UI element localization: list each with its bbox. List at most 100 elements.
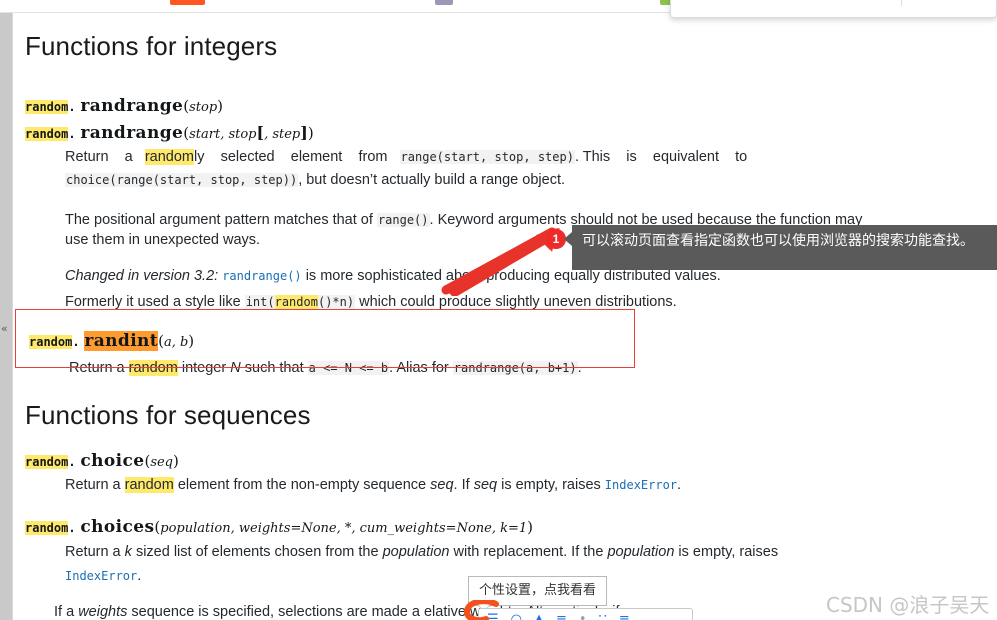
text-n: N [230, 360, 241, 376]
text-is: is [626, 149, 637, 165]
param-seq: seq [150, 455, 173, 470]
page-title-functions-for-sequences: Functions for sequences [25, 400, 311, 430]
module-name: random [25, 100, 69, 114]
module-name: random [25, 127, 69, 141]
screenshot-root: « Functions for integers random. randran… [0, 0, 997, 620]
module-name: random [29, 335, 73, 349]
module-name: random [25, 521, 69, 535]
bookmark-chip[interactable] [435, 0, 453, 5]
text-sized-list: sized list of elements chosen from the [135, 544, 379, 560]
changed-in-version-note-2: Formerly it used a style like int(random… [65, 292, 905, 312]
sidebar-collapse-icon[interactable]: « [1, 323, 8, 334]
find-divider [901, 0, 902, 6]
function-name-randrange: randrange [80, 123, 184, 143]
text-integer: integer [181, 360, 227, 376]
text-selected: selected [220, 149, 275, 165]
text-a: a [124, 149, 133, 165]
param-stop: stop [228, 127, 257, 142]
clock-icon[interactable]: ○ [511, 613, 522, 620]
text-weights: weights [78, 604, 128, 620]
text-period: . [137, 568, 142, 584]
signature-randint: random. randint(a, b) [29, 331, 195, 351]
randrange-description-1: Return a randomly selected element from … [65, 147, 879, 167]
code-a-le-n-le-b: a <= N <= b [307, 361, 390, 375]
choices-description: Return a k sized list of elements chosen… [65, 542, 865, 562]
signature-choices: random. choices(population, weights=None… [25, 517, 534, 537]
csdn-watermark: CSDN @浪子吴天 [826, 589, 989, 618]
params-choices: population, weights=None, *, cum_weights… [160, 521, 528, 536]
text-alias-for: . Alias for [389, 360, 449, 376]
text-seq: seq [430, 477, 454, 493]
highlight-random: random [128, 360, 178, 376]
link-indexerror[interactable]: IndexError [65, 569, 137, 583]
text-return-a: Return a [69, 360, 125, 376]
text-ly: ly [194, 149, 205, 165]
find-in-page-bar[interactable]: 1/1 ⌃ ⌄ ✕ [670, 0, 997, 18]
highlight-random: random [274, 295, 318, 309]
text-if: . If [453, 477, 470, 493]
function-name-choices: choices [80, 517, 155, 537]
choice-description: Return a random element from the non-emp… [65, 475, 865, 495]
text-with-replacement: with replacement. If the [453, 544, 604, 560]
document-content: Functions for integers random. randrange… [13, 14, 997, 620]
tooltip-dark-text: 可以滚动页面查看指定函数也可以使用浏览器的搜索功能查找。 [582, 233, 974, 249]
text-element: element [290, 149, 343, 165]
chevron-down-icon[interactable]: ⌄ [934, 0, 960, 8]
choices-description-2: IndexError. [65, 566, 141, 586]
text-return-a: Return a [65, 477, 121, 493]
close-icon[interactable]: ✕ [960, 0, 986, 8]
text-if-a: If a [54, 604, 75, 620]
changed-text-c: which could produce slightly uneven dist… [359, 294, 677, 310]
page-title-functions-for-integers: Functions for integers [25, 31, 278, 61]
text-return-a: Return a [65, 544, 121, 560]
text-return: Return [65, 149, 109, 165]
text-this: . This [574, 149, 611, 165]
text-seq: seq [473, 477, 498, 493]
text-k: k [124, 544, 132, 560]
grid-icon[interactable]: ≡ [619, 613, 630, 620]
sidebar-collapsed-rail[interactable]: « [0, 13, 12, 620]
changed-text-a: is more sophisticated about producing eq… [305, 268, 721, 284]
text-positional: The positional argument pattern matches … [65, 212, 373, 228]
annotation-tooltip-dark: 可以滚动页面查看指定函数也可以使用浏览器的搜索功能查找。 [572, 225, 997, 270]
search-circle-icon[interactable]: ▲ [534, 613, 544, 620]
param-stop: stop [189, 100, 218, 115]
list-icon[interactable]: • [579, 613, 587, 620]
watermark-text: CSDN @浪子吴天 [826, 593, 990, 617]
text-period: . [677, 477, 682, 493]
code-choice-call: choice(range(start, stop, step)) [65, 173, 299, 187]
find-match-count: 1/1 [873, 0, 891, 2]
text-population: population [382, 544, 450, 560]
annotation-step-badge: 1 [546, 229, 566, 249]
link-indexerror[interactable]: IndexError [605, 478, 677, 492]
changed-text-b: Formerly it used a style like [65, 294, 241, 310]
find-input[interactable] [681, 0, 841, 4]
floating-toolbar[interactable]: ☰ ○ ▲ ≡ • ∷ ≡ [478, 608, 693, 620]
signature-choice: random. choice(seq) [25, 451, 179, 471]
param-a: a [163, 335, 172, 350]
code-range-call: range(start, stop, step) [399, 150, 575, 164]
text-element-from: element from the non-empty sequence [177, 477, 427, 493]
text-sequence-specified: sequence is specified, selections are ma… [131, 604, 420, 620]
text-to: to [735, 149, 748, 165]
code-int-random: int(random()*n) [244, 295, 356, 309]
link-randrange: randrange() [222, 269, 302, 283]
tooltip-dark-tail-icon [564, 232, 572, 246]
pin-icon[interactable]: ☰ [487, 613, 499, 620]
highlight-random: random [144, 149, 194, 165]
user-icon[interactable]: ≡ [556, 613, 567, 620]
text-from: from [358, 149, 388, 165]
text-population: population [607, 544, 675, 560]
function-name-choice: choice [80, 451, 145, 471]
chevron-up-icon[interactable]: ⌃ [908, 0, 934, 8]
dot-icon[interactable]: ∷ [599, 613, 607, 620]
param-step: , step [264, 127, 301, 142]
tooltip-light-text: 个性设置，点我看看 [479, 583, 597, 598]
changed-label: Changed in version 3.2: [65, 268, 219, 284]
signature-randrange-1: random. randrange(stop) [25, 96, 223, 116]
text-is-empty-raises: is empty, raises [678, 544, 779, 560]
signature-randrange-2: random. randrange(start, stop[, step]) [25, 123, 314, 143]
param-start: start [189, 127, 221, 142]
bookmark-chip[interactable] [170, 0, 205, 5]
highlight-random: random [124, 477, 174, 493]
